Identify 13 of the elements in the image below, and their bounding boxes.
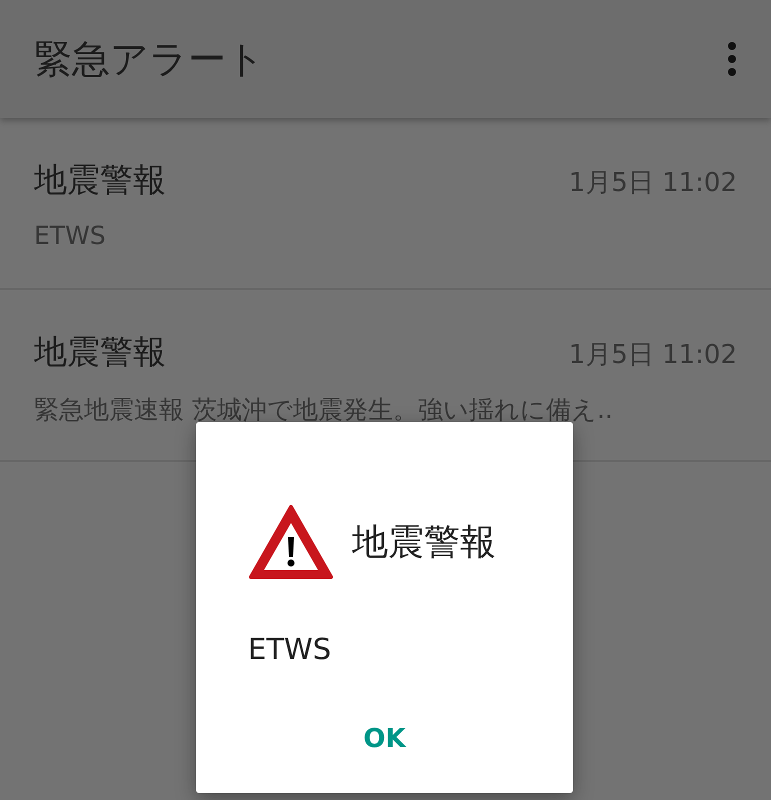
alert-body: ETWS xyxy=(34,221,107,250)
app-title: 緊急アラート xyxy=(34,36,265,82)
alert-time: 1月5日 11:02 xyxy=(568,167,737,200)
alert-title: 地震警報 xyxy=(34,331,166,373)
ok-button[interactable]: OK xyxy=(349,718,420,760)
alert-title: 地震警報 xyxy=(34,159,166,201)
more-options-icon[interactable] xyxy=(727,41,737,77)
warning-icon xyxy=(248,504,334,580)
alert-item[interactable]: 地震警報 1月5日 11:02 ETWS xyxy=(0,118,771,290)
dialog-message: ETWS xyxy=(248,632,332,666)
alert-time: 1月5日 11:02 xyxy=(568,339,737,372)
dialog-title: 地震警報 xyxy=(352,520,496,564)
alert-body: 緊急地震速報 茨城沖で地震発生。強い揺れに備え.. xyxy=(34,394,614,426)
